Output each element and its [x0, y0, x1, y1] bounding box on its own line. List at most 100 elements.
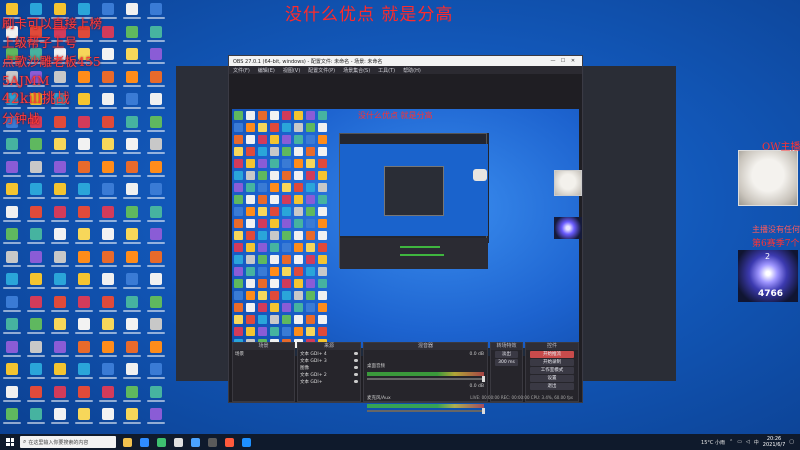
- desktop-shortcut-icon[interactable]: [2, 138, 22, 157]
- desktop-shortcut-icon[interactable]: [2, 385, 22, 405]
- desktop-shortcut-icon[interactable]: [146, 318, 166, 337]
- duration-field[interactable]: 300 ms: [495, 359, 518, 366]
- desktop-shortcut-icon[interactable]: [98, 363, 118, 382]
- taskbar-app-icon[interactable]: [205, 435, 219, 449]
- desktop-shortcut-icon[interactable]: [98, 273, 118, 292]
- start-button[interactable]: [0, 434, 20, 450]
- desktop-shortcut-icon[interactable]: [2, 228, 22, 247]
- desktop-shortcut-icon[interactable]: [74, 295, 94, 315]
- desktop-shortcut-icon[interactable]: [2, 160, 22, 180]
- source-item[interactable]: 文本 GDI+ 2: [298, 371, 360, 378]
- desktop-shortcut-icon[interactable]: [122, 340, 142, 360]
- desktop-shortcut-icon[interactable]: [2, 340, 22, 360]
- desktop-shortcut-icon[interactable]: [50, 205, 70, 225]
- eye-icon[interactable]: [354, 373, 358, 376]
- desktop-shortcut-icon[interactable]: [122, 318, 142, 337]
- desktop-shortcut-icon[interactable]: [50, 228, 70, 247]
- source-item[interactable]: 图像: [298, 364, 360, 371]
- desktop-shortcut-icon[interactable]: [146, 250, 166, 270]
- desktop-shortcut-icon[interactable]: [26, 273, 46, 292]
- desktop-shortcut-icon[interactable]: [146, 3, 166, 22]
- input-language-indicator[interactable]: 中: [754, 439, 759, 446]
- desktop-shortcut-icon[interactable]: [122, 3, 142, 22]
- exit-button[interactable]: 退出: [530, 383, 574, 390]
- menu-help[interactable]: 帮助(H): [403, 67, 421, 74]
- desktop-shortcut-icon[interactable]: [50, 385, 70, 405]
- obs-preview[interactable]: 没什么优点 就是分高: [232, 109, 579, 356]
- desktop-shortcut-icon[interactable]: [122, 363, 142, 382]
- desktop-shortcut-icon[interactable]: [26, 183, 46, 202]
- desktop-shortcut-icon[interactable]: [74, 340, 94, 360]
- eye-icon[interactable]: [354, 380, 358, 383]
- desktop-shortcut-icon[interactable]: [146, 205, 166, 225]
- menu-view[interactable]: 视图(V): [283, 67, 300, 74]
- maximize-icon[interactable]: ☐: [558, 58, 568, 64]
- network-icon[interactable]: ▭: [737, 439, 742, 445]
- desktop-shortcut-icon[interactable]: [98, 250, 118, 270]
- minimize-icon[interactable]: —: [548, 58, 558, 64]
- desktop-shortcut-icon[interactable]: [122, 115, 142, 135]
- desktop-shortcut-icon[interactable]: [74, 138, 94, 157]
- desktop-shortcut-icon[interactable]: [146, 228, 166, 247]
- taskbar-app-icon[interactable]: [154, 435, 168, 449]
- desktop-shortcut-icon[interactable]: [146, 340, 166, 360]
- menu-profile[interactable]: 配置文件(P): [308, 67, 335, 74]
- desktop-shortcut-icon[interactable]: [2, 205, 22, 225]
- desktop-shortcut-icon[interactable]: [26, 385, 46, 405]
- start-recording-button[interactable]: 开始录制: [530, 359, 574, 366]
- taskbar-app-icon[interactable]: [137, 435, 151, 449]
- desktop-shortcut-icon[interactable]: [146, 408, 166, 427]
- eye-icon[interactable]: [354, 352, 358, 355]
- desktop-shortcut-icon[interactable]: [26, 205, 46, 225]
- desktop-shortcut-icon[interactable]: [2, 408, 22, 427]
- desktop-shortcut-icon[interactable]: [98, 160, 118, 180]
- volume-slider[interactable]: [367, 376, 485, 382]
- desktop-shortcut-icon[interactable]: [146, 48, 166, 67]
- taskbar-app-icon[interactable]: [222, 435, 236, 449]
- desktop-shortcut-icon[interactable]: [26, 160, 46, 180]
- start-streaming-button[interactable]: 开始推流: [530, 351, 574, 358]
- desktop-shortcut-icon[interactable]: [50, 273, 70, 292]
- desktop-shortcut-icon[interactable]: [74, 250, 94, 270]
- desktop-shortcut-icon[interactable]: [146, 70, 166, 90]
- menu-edit[interactable]: 编辑(E): [258, 67, 275, 74]
- desktop-shortcut-icon[interactable]: [50, 318, 70, 337]
- menu-file[interactable]: 文件(F): [233, 67, 250, 74]
- close-icon[interactable]: ✕: [568, 58, 578, 64]
- desktop-shortcut-icon[interactable]: [50, 340, 70, 360]
- taskbar-app-icon[interactable]: [120, 435, 134, 449]
- volume-icon[interactable]: ◁: [746, 439, 750, 445]
- clock[interactable]: 20:26 2021/6/7: [763, 436, 785, 448]
- desktop-shortcut-icon[interactable]: [2, 250, 22, 270]
- desktop-shortcut-icon[interactable]: [122, 385, 142, 405]
- taskbar-app-icon[interactable]: [188, 435, 202, 449]
- desktop-shortcut-icon[interactable]: [74, 228, 94, 247]
- desktop-shortcut-icon[interactable]: [122, 205, 142, 225]
- desktop-shortcut-icon[interactable]: [122, 25, 142, 45]
- desktop-shortcut-icon[interactable]: [98, 183, 118, 202]
- desktop-shortcut-icon[interactable]: [98, 138, 118, 157]
- desktop-shortcut-icon[interactable]: [2, 318, 22, 337]
- source-item[interactable]: 文本 GDI+ 4: [298, 350, 360, 357]
- desktop-shortcut-icon[interactable]: [50, 363, 70, 382]
- desktop-shortcut-icon[interactable]: [2, 363, 22, 382]
- source-item[interactable]: 文本 GDI+ 3: [298, 357, 360, 364]
- desktop-shortcut-icon[interactable]: [146, 363, 166, 382]
- desktop-shortcut-icon[interactable]: [122, 250, 142, 270]
- desktop-shortcut-icon[interactable]: [146, 93, 166, 112]
- desktop-shortcut-icon[interactable]: [146, 25, 166, 45]
- settings-button[interactable]: 设置: [530, 375, 574, 382]
- desktop-shortcut-icon[interactable]: [146, 183, 166, 202]
- desktop-shortcut-icon[interactable]: [2, 295, 22, 315]
- desktop-shortcut-icon[interactable]: [50, 138, 70, 157]
- desktop-shortcut-icon[interactable]: [146, 138, 166, 157]
- desktop-shortcut-icon[interactable]: [122, 295, 142, 315]
- desktop-shortcut-icon[interactable]: [50, 183, 70, 202]
- menu-scene-collection[interactable]: 场景集合(S): [343, 67, 370, 74]
- desktop-shortcut-icon[interactable]: [2, 273, 22, 292]
- desktop-shortcut-icon[interactable]: [98, 385, 118, 405]
- desktop-shortcut-icon[interactable]: [122, 408, 142, 427]
- desktop-shortcut-icon[interactable]: [122, 228, 142, 247]
- eye-icon[interactable]: [354, 366, 358, 369]
- desktop-shortcut-icon[interactable]: [26, 363, 46, 382]
